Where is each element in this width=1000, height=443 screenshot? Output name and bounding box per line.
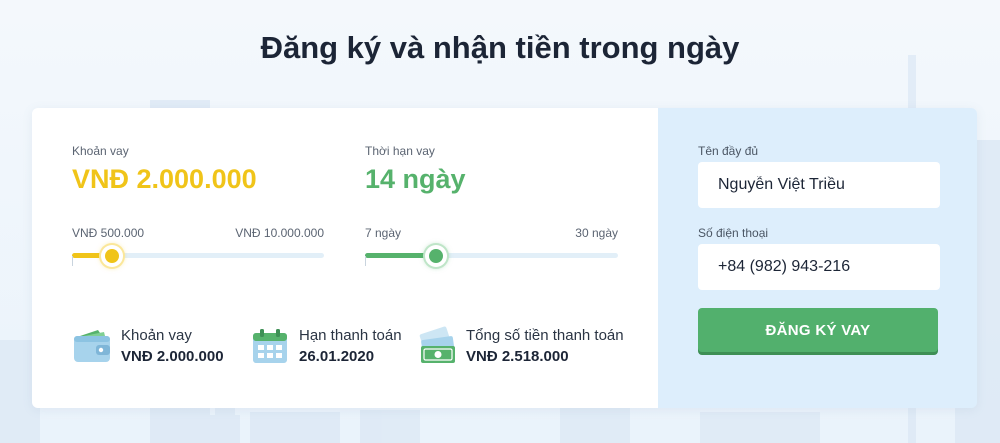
money-icon	[419, 326, 455, 363]
wallet-icon	[74, 330, 110, 362]
full-name-label: Tên đầy đủ	[698, 144, 759, 158]
summary-due-label: Hạn thanh toán	[299, 327, 402, 344]
term-slider-tick	[365, 256, 366, 266]
summary-due-date: Hạn thanh toán 26.01.2020	[250, 326, 402, 366]
full-name-input[interactable]	[698, 162, 940, 208]
amount-label: Khoản vay	[72, 144, 129, 158]
summary-loan-value: VNĐ 2.000.000	[121, 348, 224, 365]
term-slider[interactable]	[365, 242, 618, 270]
summary-total-repayment: Tổng số tiền thanh toán VNĐ 2.518.000	[417, 326, 624, 366]
loan-card: Khoản vay VNĐ 2.000.000 VNĐ 500.000 VNĐ …	[32, 108, 977, 408]
phone-label: Số điện thoại	[698, 226, 769, 240]
registration-form: Tên đầy đủ Số điện thoại ĐĂNG KÝ VAY	[658, 108, 977, 408]
loan-calculator: Khoản vay VNĐ 2.000.000 VNĐ 500.000 VNĐ …	[32, 108, 658, 408]
amount-max-label: VNĐ 10.000.000	[235, 226, 324, 240]
summary-due-value: 26.01.2020	[299, 348, 375, 365]
term-label: Thời hạn vay	[365, 144, 435, 158]
page-title: Đăng ký và nhận tiền trong ngày	[260, 30, 740, 65]
summary-loan-label: Khoản vay	[121, 327, 192, 344]
summary-total-value: VNĐ 2.518.000	[466, 348, 569, 365]
summary-loan-amount: Khoản vay VNĐ 2.000.000	[72, 326, 224, 366]
amount-slider-handle[interactable]	[101, 245, 124, 267]
amount-value: VNĐ 2.000.000	[72, 164, 257, 194]
amount-slider-tick	[72, 256, 73, 266]
phone-input[interactable]	[698, 244, 940, 290]
term-max-label: 30 ngày	[575, 226, 618, 240]
term-value: 14 ngày	[365, 164, 466, 194]
term-slider-handle[interactable]	[424, 245, 447, 267]
amount-slider[interactable]	[72, 242, 324, 270]
calendar-icon	[253, 329, 287, 363]
term-min-label: 7 ngày	[365, 226, 402, 240]
register-loan-button[interactable]: ĐĂNG KÝ VAY	[698, 308, 938, 352]
summary-total-label: Tổng số tiền thanh toán	[466, 327, 624, 344]
amount-min-label: VNĐ 500.000	[72, 226, 145, 240]
